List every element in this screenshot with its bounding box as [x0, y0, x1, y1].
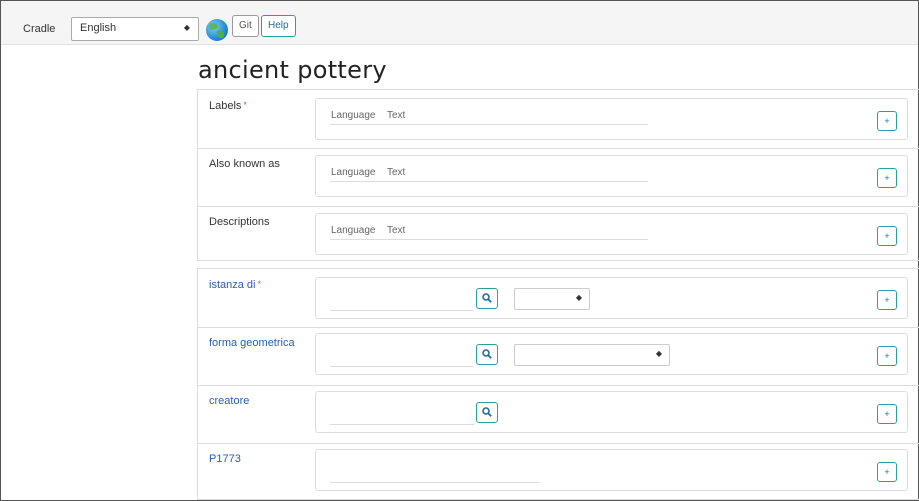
required-marker: * — [257, 279, 261, 289]
statement-row-p1773: P1773 + — [198, 443, 919, 501]
creatore-box: + — [315, 391, 908, 433]
text-field[interactable]: Text — [387, 167, 405, 178]
add-description-button[interactable]: + — [877, 226, 897, 246]
aliases-box: Language Text + — [315, 155, 908, 197]
descriptions-box: Language Text + — [315, 213, 908, 255]
qualifier-select[interactable]: ◆ — [514, 344, 670, 366]
navbar: Cradle English ◆ Git Help — [1, 1, 918, 45]
page-title: ancient pottery — [198, 56, 387, 84]
terms-group: Labels * Language Text + Also known as La… — [197, 89, 919, 261]
git-button[interactable]: Git — [232, 15, 259, 37]
add-label-button[interactable]: + — [877, 111, 897, 131]
help-button[interactable]: Help — [261, 15, 296, 37]
statement-row-forma-geometrica: forma geometrica ◆ + — [198, 327, 919, 385]
istanza-di-label[interactable]: istanza di — [209, 279, 255, 291]
value-input[interactable] — [330, 366, 474, 367]
brand-label: Cradle — [23, 23, 56, 35]
required-marker: * — [243, 100, 247, 110]
add-value-button[interactable]: + — [877, 346, 897, 366]
add-value-button[interactable]: + — [877, 404, 897, 424]
p1773-label[interactable]: P1773 — [209, 453, 241, 465]
statement-row-creatore: creatore + — [198, 385, 919, 443]
text-field[interactable]: Text — [387, 110, 405, 121]
select-caret-icon: ◆ — [183, 23, 190, 32]
statement-row-istanza-di: istanza di * ◆ + — [198, 269, 919, 327]
search-icon — [482, 349, 492, 359]
add-value-button[interactable]: + — [877, 290, 897, 310]
p1773-box: + — [315, 449, 908, 491]
search-button[interactable] — [476, 402, 498, 423]
forma-geometrica-label[interactable]: forma geometrica — [209, 337, 295, 349]
labels-box: Language Text + — [315, 98, 908, 140]
term-row-descriptions: Descriptions Language Text + — [198, 206, 919, 262]
select-caret-icon: ◆ — [655, 349, 662, 358]
creatore-label[interactable]: creatore — [209, 395, 249, 407]
language-field[interactable]: Language — [331, 225, 376, 236]
language-field[interactable]: Language — [331, 110, 376, 121]
add-value-button[interactable]: + — [877, 462, 897, 482]
search-icon — [482, 407, 492, 417]
aliases-label: Also known as — [209, 158, 280, 170]
qualifier-select[interactable]: ◆ — [514, 288, 590, 310]
add-alias-button[interactable]: + — [877, 168, 897, 188]
text-field[interactable]: Text — [387, 225, 405, 236]
value-input[interactable] — [330, 310, 474, 311]
language-field[interactable]: Language — [331, 167, 376, 178]
select-caret-icon: ◆ — [575, 293, 582, 302]
term-row-labels: Labels * Language Text + — [198, 90, 919, 148]
language-select[interactable]: English ◆ — [71, 17, 199, 41]
term-row-aliases: Also known as Language Text + — [198, 148, 919, 206]
language-select-value: English — [80, 22, 117, 34]
statements-group: istanza di * ◆ + forma geometrica ◆ + cr… — [197, 268, 919, 500]
forma-geometrica-box: ◆ + — [315, 333, 908, 375]
search-icon — [482, 293, 492, 303]
istanza-di-box: ◆ + — [315, 277, 908, 319]
globe-icon[interactable] — [206, 19, 228, 41]
search-button[interactable] — [476, 344, 498, 365]
labels-label: Labels — [209, 100, 242, 112]
value-input[interactable] — [330, 482, 540, 483]
search-button[interactable] — [476, 288, 498, 309]
descriptions-label: Descriptions — [209, 216, 270, 228]
value-input[interactable] — [330, 424, 474, 425]
